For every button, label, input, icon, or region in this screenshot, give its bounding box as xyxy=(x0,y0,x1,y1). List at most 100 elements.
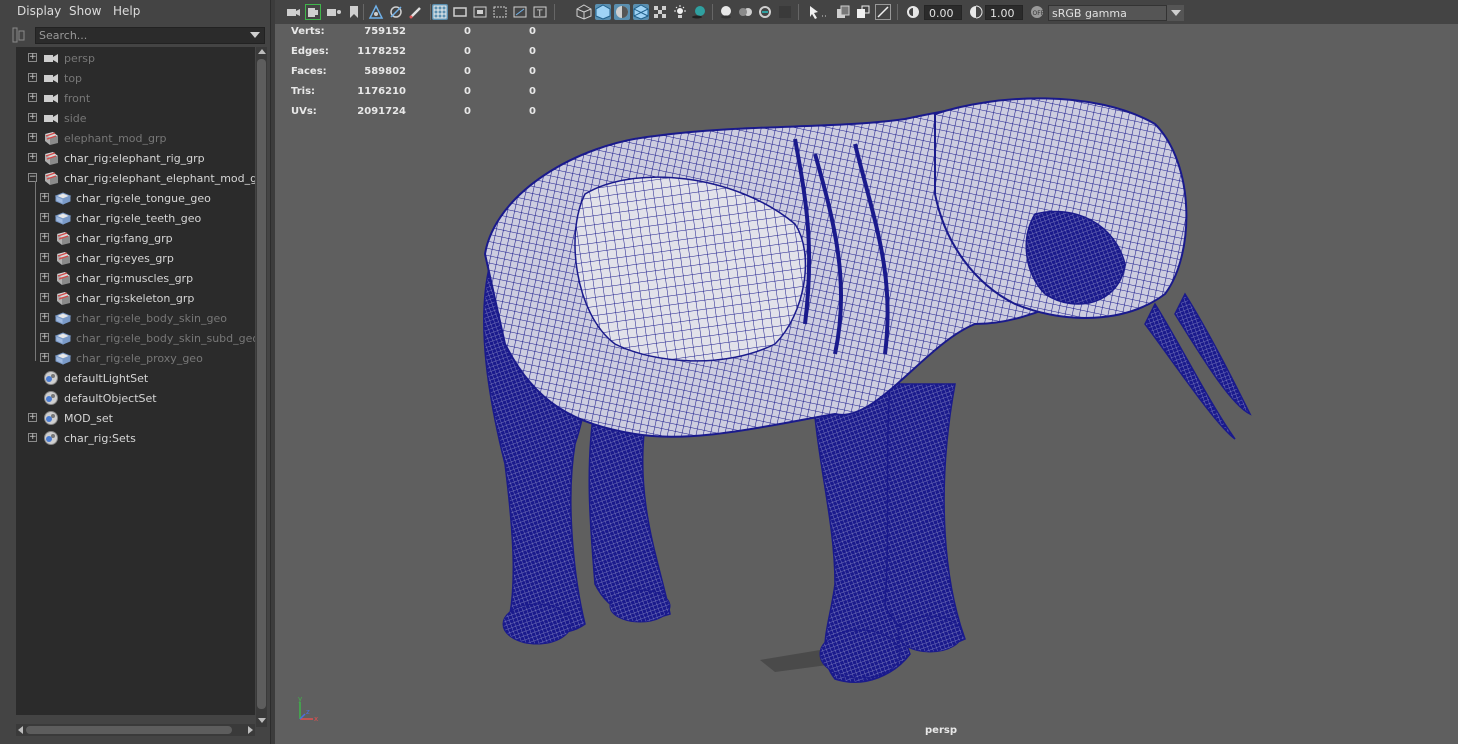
camera-icon xyxy=(43,90,59,106)
screen-space-ao-icon[interactable] xyxy=(718,4,734,20)
outliner-item[interactable]: + char_rig:muscles_grp xyxy=(16,268,255,288)
expand-icon[interactable]: + xyxy=(40,293,49,302)
outliner-item[interactable]: + char_rig:ele_proxy_geo xyxy=(16,348,255,368)
camera-attributes-icon[interactable] xyxy=(305,4,321,20)
expand-icon[interactable]: + xyxy=(40,253,49,262)
group-icon xyxy=(43,130,59,146)
outliner-item[interactable]: + char_rig:fang_grp xyxy=(16,228,255,248)
scroll-thumb-horizontal[interactable] xyxy=(26,726,232,734)
outliner-item[interactable]: + front xyxy=(16,88,255,108)
expand-icon[interactable]: + xyxy=(28,133,37,142)
exposure-icon[interactable] xyxy=(905,4,921,20)
outliner-item[interactable]: + char_rig:ele_body_skin_subd_geo xyxy=(16,328,255,348)
default-material-icon[interactable] xyxy=(614,4,630,20)
expand-icon[interactable]: + xyxy=(28,53,37,62)
xray-active-components-icon[interactable] xyxy=(855,4,871,20)
smooth-shade-icon[interactable] xyxy=(595,4,611,20)
wireframe-icon[interactable] xyxy=(576,4,592,20)
svg-text:x: x xyxy=(314,715,318,723)
outliner-item[interactable]: + char_rig:skeleton_grp xyxy=(16,288,255,308)
expand-icon[interactable]: + xyxy=(28,153,37,162)
expand-icon[interactable]: + xyxy=(28,93,37,102)
safe-title-icon[interactable]: T xyxy=(532,4,548,20)
outliner-item[interactable]: defaultLightSet xyxy=(16,368,255,388)
exposure-field[interactable]: 0.00 xyxy=(924,5,962,20)
outliner-item[interactable]: + elephant_mod_grp xyxy=(16,128,255,148)
expand-icon[interactable]: + xyxy=(28,73,37,82)
axis-gizmo-icon: y x z xyxy=(298,695,318,723)
expand-icon[interactable]: + xyxy=(40,313,49,322)
isolate-dots-icon[interactable] xyxy=(820,4,836,20)
menu-show[interactable]: Show xyxy=(69,4,101,18)
shadows-icon[interactable] xyxy=(691,4,707,20)
2d-pan-zoom-icon[interactable] xyxy=(388,4,404,20)
outliner-item-label: char_rig:elephant_rig_grp xyxy=(64,152,205,165)
expand-icon[interactable]: + xyxy=(40,193,49,202)
outliner-item[interactable]: + char_rig:ele_body_skin_geo xyxy=(16,308,255,328)
search-dropdown-icon[interactable] xyxy=(250,32,260,38)
filter-icon[interactable] xyxy=(12,27,30,45)
elephant-model[interactable] xyxy=(275,24,1458,744)
film-gate-icon[interactable] xyxy=(452,4,468,20)
expand-icon[interactable]: + xyxy=(28,433,37,442)
svg-text:T: T xyxy=(536,9,543,19)
outliner-item-label: front xyxy=(64,92,91,105)
depth-of-field-icon[interactable] xyxy=(777,4,793,20)
grid-icon[interactable] xyxy=(432,4,448,20)
xray-icon[interactable] xyxy=(835,4,851,20)
expand-icon[interactable]: + xyxy=(40,233,49,242)
gamma-icon[interactable] xyxy=(968,4,984,20)
outliner-item[interactable]: defaultObjectSet xyxy=(16,388,255,408)
bookmark-icon[interactable] xyxy=(346,4,362,20)
image-plane-icon[interactable] xyxy=(368,4,384,20)
expand-icon[interactable]: + xyxy=(40,213,49,222)
gate-mask-icon[interactable] xyxy=(492,4,508,20)
expand-icon[interactable]: + xyxy=(28,413,37,422)
lights-icon[interactable] xyxy=(672,4,688,20)
resolution-gate-icon[interactable] xyxy=(472,4,488,20)
outliner-item[interactable]: + char_rig:eyes_grp xyxy=(16,248,255,268)
outliner-item-label: char_rig:elephant_elephant_mod_grp xyxy=(64,172,255,185)
textured-icon[interactable] xyxy=(652,4,668,20)
scroll-left-icon[interactable] xyxy=(18,726,23,734)
scroll-thumb[interactable] xyxy=(257,59,266,709)
outliner-item[interactable]: + char_rig:elephant_rig_grp xyxy=(16,148,255,168)
scroll-down-icon[interactable] xyxy=(258,718,266,723)
outliner-item[interactable]: + top xyxy=(16,68,255,88)
outliner-item[interactable]: + persp xyxy=(16,48,255,68)
outliner-item[interactable]: + char_rig:ele_tongue_geo xyxy=(16,188,255,208)
set-icon xyxy=(43,390,59,406)
outliner-item-label: char_rig:ele_teeth_geo xyxy=(76,212,202,225)
viewport-canvas[interactable]: Verts: 759152 0 0 Edges: 1178252 0 0 Faces: 58980… xyxy=(275,24,1458,744)
expand-icon[interactable]: + xyxy=(28,113,37,122)
scroll-up-icon[interactable] xyxy=(258,49,266,54)
field-chart-icon[interactable] xyxy=(512,4,528,20)
outliner-item[interactable]: + side xyxy=(16,108,255,128)
outliner-item[interactable]: + char_rig:Sets xyxy=(16,428,255,448)
expand-icon[interactable]: + xyxy=(40,333,49,342)
outliner-item[interactable]: + char_rig:ele_teeth_geo xyxy=(16,208,255,228)
color-space-dropdown-button[interactable] xyxy=(1166,5,1184,21)
outliner-item[interactable]: + MOD_set xyxy=(16,408,255,428)
outliner-horizontal-scrollbar[interactable] xyxy=(16,724,255,736)
menu-help[interactable]: Help xyxy=(113,4,140,18)
outliner-item[interactable]: − char_rig:elephant_elephant_mod_grp xyxy=(16,168,255,188)
menu-display[interactable]: Display xyxy=(17,4,61,18)
bookmark-camera-icon[interactable] xyxy=(326,4,342,20)
toolbar-separator xyxy=(712,4,713,20)
grease-pencil-icon[interactable] xyxy=(408,4,424,20)
expand-icon[interactable]: + xyxy=(40,273,49,282)
gamma-field[interactable]: 1.00 xyxy=(985,5,1023,20)
camera-select-icon[interactable] xyxy=(285,4,301,20)
xray-joints-icon[interactable] xyxy=(875,4,891,20)
outliner-vertical-scrollbar[interactable] xyxy=(256,47,267,727)
wireframe-on-shaded-icon[interactable] xyxy=(633,4,649,20)
search-input[interactable] xyxy=(39,28,239,43)
anti-aliasing-icon[interactable] xyxy=(757,4,773,20)
color-space-dropdown[interactable]: sRGB gamma xyxy=(1048,5,1184,21)
color-management-icon[interactable]: OFF xyxy=(1029,4,1045,20)
motion-blur-icon[interactable] xyxy=(738,4,754,20)
model-foot-hind-left xyxy=(502,603,572,645)
expand-icon[interactable]: + xyxy=(40,353,49,362)
scroll-right-icon[interactable] xyxy=(248,726,253,734)
